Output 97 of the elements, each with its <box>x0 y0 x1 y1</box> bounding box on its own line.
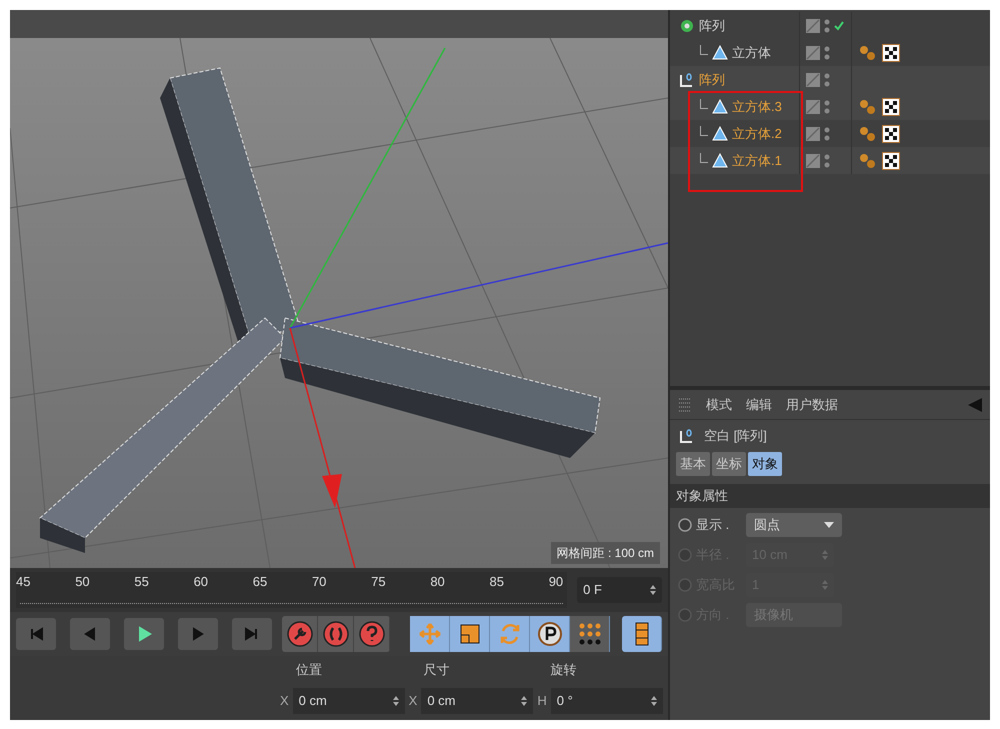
checker-tag-icon[interactable] <box>882 124 900 142</box>
radio-icon[interactable] <box>678 578 692 592</box>
go-end-icon <box>244 626 260 642</box>
step-forward-button[interactable] <box>178 618 218 650</box>
object-name[interactable]: 立方体.3 <box>732 96 782 116</box>
column-header: 旋转 <box>550 661 578 679</box>
menu-item[interactable]: 模式 <box>706 394 732 414</box>
cube-icon <box>711 44 729 60</box>
checker-tag-icon[interactable] <box>882 98 900 116</box>
help-button[interactable] <box>354 616 390 652</box>
frame-number: 85 <box>490 573 504 591</box>
key-icon <box>286 621 312 647</box>
object-name[interactable]: 立方体.1 <box>732 150 782 170</box>
axis-label: X <box>408 692 418 710</box>
spheres-tag-icon[interactable] <box>858 44 878 62</box>
parameter-tool-button[interactable] <box>530 616 570 652</box>
go-start-icon <box>28 626 44 642</box>
layer-square-icon[interactable] <box>806 72 820 86</box>
play-button[interactable] <box>124 618 164 650</box>
cube-icon <box>711 98 729 114</box>
object-name[interactable]: 立方体.2 <box>732 124 782 144</box>
caret-icon <box>824 522 834 528</box>
coordinate-field[interactable]: 0 cm <box>421 688 534 714</box>
grip-icon <box>678 398 692 412</box>
coordinate-field[interactable]: 0 ° <box>550 688 663 714</box>
layer-square-icon[interactable] <box>806 18 820 32</box>
step-back-icon <box>82 626 98 642</box>
go-start-button[interactable] <box>16 618 56 650</box>
tab[interactable]: 基本 <box>676 452 710 476</box>
spinner-arrows-icon <box>822 550 828 560</box>
autokey-button[interactable] <box>318 616 354 652</box>
layer-square-icon[interactable] <box>806 100 820 114</box>
grid-spacing-label: 网格间距 : 100 cm <box>550 542 660 564</box>
visibility-dots-icon[interactable] <box>824 152 830 168</box>
frame-number: 45 <box>16 573 30 591</box>
frame-field[interactable]: 0 F <box>577 577 662 603</box>
column-header: 位置 <box>295 661 323 679</box>
tab[interactable]: 坐标 <box>712 452 746 476</box>
spinner-arrows-icon <box>650 585 656 595</box>
frame-number: 60 <box>194 573 208 591</box>
section-header: 对象属性 <box>670 484 990 508</box>
visibility-dots-icon[interactable] <box>824 44 830 60</box>
spinner-arrows-icon <box>392 696 399 706</box>
spinner-arrows-icon <box>521 696 528 706</box>
collapse-arrow-icon[interactable] <box>968 398 982 412</box>
column-header: 尺寸 <box>422 661 450 679</box>
point-grid-button[interactable] <box>570 616 610 652</box>
layer-square-icon[interactable] <box>806 126 820 140</box>
key-record-button[interactable] <box>282 616 318 652</box>
object-name[interactable]: 立方体 <box>732 42 771 62</box>
spinner-arrows-icon <box>822 580 828 590</box>
axis-label: H <box>537 692 547 710</box>
radio-icon[interactable] <box>678 548 692 562</box>
frame-number: 55 <box>134 573 149 591</box>
timeline-ruler[interactable]: 45 50 55 60 65 70 75 80 85 90 <box>16 572 568 608</box>
spinner-arrows-icon <box>650 696 657 706</box>
film-button[interactable] <box>622 616 662 652</box>
frame-number: 65 <box>252 573 268 591</box>
frame-number: 50 <box>75 573 90 591</box>
frame-number: 70 <box>312 573 326 591</box>
visibility-dots-icon[interactable] <box>824 18 830 34</box>
check-icon[interactable] <box>834 20 844 30</box>
brackets-icon <box>322 621 348 647</box>
scale-tool-button[interactable] <box>450 616 490 652</box>
object-name[interactable]: 阵列 <box>699 70 725 90</box>
go-end-button[interactable] <box>232 618 272 650</box>
radio-icon[interactable] <box>678 518 692 532</box>
cube-icon <box>711 152 729 168</box>
axis-label: X <box>280 692 289 710</box>
coordinate-field[interactable]: 0 cm <box>292 688 405 714</box>
object-name[interactable]: 阵列 <box>699 16 725 36</box>
object-title: 空白 [阵列] <box>704 427 767 446</box>
layer-square-icon[interactable] <box>806 46 820 60</box>
dropdown[interactable]: 圆点 <box>746 513 842 537</box>
field-label: 显示 . <box>696 516 730 534</box>
menu-item[interactable]: 编辑 <box>746 394 772 414</box>
point-grid-icon <box>576 621 602 647</box>
menu-item[interactable]: 用户数据 <box>786 394 838 414</box>
cube-icon <box>711 126 729 142</box>
step-forward-icon <box>190 626 206 642</box>
visibility-dots-icon[interactable] <box>824 98 830 114</box>
move-tool-icon <box>416 621 442 647</box>
layer-square-icon[interactable] <box>806 154 820 168</box>
checker-tag-icon[interactable] <box>882 152 900 170</box>
spheres-tag-icon[interactable] <box>858 124 878 142</box>
frame-number: 90 <box>548 573 564 591</box>
step-back-button[interactable] <box>70 618 110 650</box>
question-icon <box>358 621 384 647</box>
parameter-tool-icon <box>536 621 562 647</box>
checker-tag-icon[interactable] <box>882 44 900 62</box>
visibility-dots-icon[interactable] <box>824 126 830 142</box>
play-icon <box>136 626 152 642</box>
tab[interactable]: 对象 <box>748 452 782 476</box>
frame-number: 75 <box>371 573 386 591</box>
radio-icon[interactable] <box>678 608 692 622</box>
visibility-dots-icon[interactable] <box>824 72 830 88</box>
frame-number: 80 <box>430 573 445 591</box>
